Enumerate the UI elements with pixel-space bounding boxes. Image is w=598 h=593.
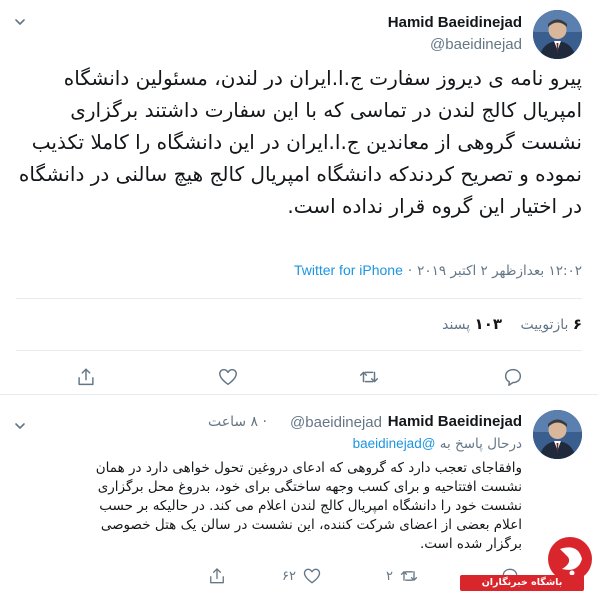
likes-count: ۱۰۳ (474, 315, 503, 333)
meta-separator: · (262, 414, 267, 430)
chevron-down-icon[interactable] (14, 16, 26, 28)
watermark-text: باشگاه خبرنگاران (481, 577, 563, 588)
share-icon (207, 566, 227, 586)
replying-to-prefix: درحال پاسخ به (439, 436, 522, 452)
tweet-text: پیرو نامه ی دیروز سفارت ج.ا.ایران در لند… (18, 66, 582, 218)
main-tweet: Hamid Baeidinejad @baeidinejad پیرو نامه… (0, 0, 598, 395)
tweet-source-link[interactable]: Twitter for iPhone (294, 262, 403, 278)
reply-icon (502, 366, 524, 388)
reply-button[interactable] (502, 366, 524, 388)
reply-author-name[interactable]: Hamid Baeidinejad (388, 413, 522, 430)
author-handle[interactable]: @baeidinejad (430, 36, 522, 53)
likes-stat[interactable]: ۱۰۳ پسند (442, 315, 503, 333)
retweet-icon (358, 366, 380, 388)
tweet-timestamp[interactable]: ۱۲:۰۲ بعدازظهر ۲ اکتبر ۲۰۱۹ (417, 263, 582, 279)
retweet-button[interactable]: ۲ (386, 565, 419, 587)
share-icon (75, 366, 97, 388)
heart-icon (302, 566, 322, 586)
replying-to-mention[interactable]: @baeidinejad (353, 436, 436, 451)
meta-separator: · (407, 263, 413, 279)
heart-icon (217, 366, 239, 388)
retweets-label: بازتوییت (520, 317, 569, 333)
like-button[interactable] (217, 366, 239, 388)
retweets-stat[interactable]: ۶ بازتوییت (520, 315, 582, 333)
reply-text: وافقاجای تعجب دارد که گروهی که ادعای درو… (95, 460, 522, 552)
tweet-actions (0, 366, 598, 388)
reply-author-handle[interactable]: @baeidinejad (290, 414, 382, 431)
watermark-logo: باشگاه خبرنگاران (460, 533, 598, 593)
like-button[interactable]: ۶۲ (282, 565, 322, 587)
share-button[interactable] (207, 565, 227, 587)
like-count: ۶۲ (282, 568, 296, 584)
reply-time-ago: ۸ ساعت (208, 414, 259, 430)
share-button[interactable] (75, 366, 97, 388)
replying-to: درحال پاسخ به @baeidinejad (353, 436, 522, 452)
divider (16, 298, 582, 299)
divider (16, 350, 582, 351)
chevron-down-icon[interactable] (14, 417, 26, 429)
avatar[interactable] (533, 410, 582, 459)
likes-label: پسند (442, 317, 471, 333)
avatar[interactable] (533, 10, 582, 59)
tweet-meta: ۱۲:۰۲ بعدازظهر ۲ اکتبر ۲۰۱۹·Twitter for … (294, 262, 582, 279)
reply-time[interactable]: · ۸ ساعت (208, 414, 267, 430)
retweet-button[interactable] (358, 366, 380, 388)
tweet-stats: ۶ بازتوییت ۱۰۳ پسند (442, 315, 582, 333)
retweets-count: ۶ (572, 315, 582, 333)
author-name[interactable]: Hamid Baeidinejad (388, 14, 522, 31)
retweet-icon (399, 566, 419, 586)
retweet-count: ۲ (386, 568, 393, 584)
